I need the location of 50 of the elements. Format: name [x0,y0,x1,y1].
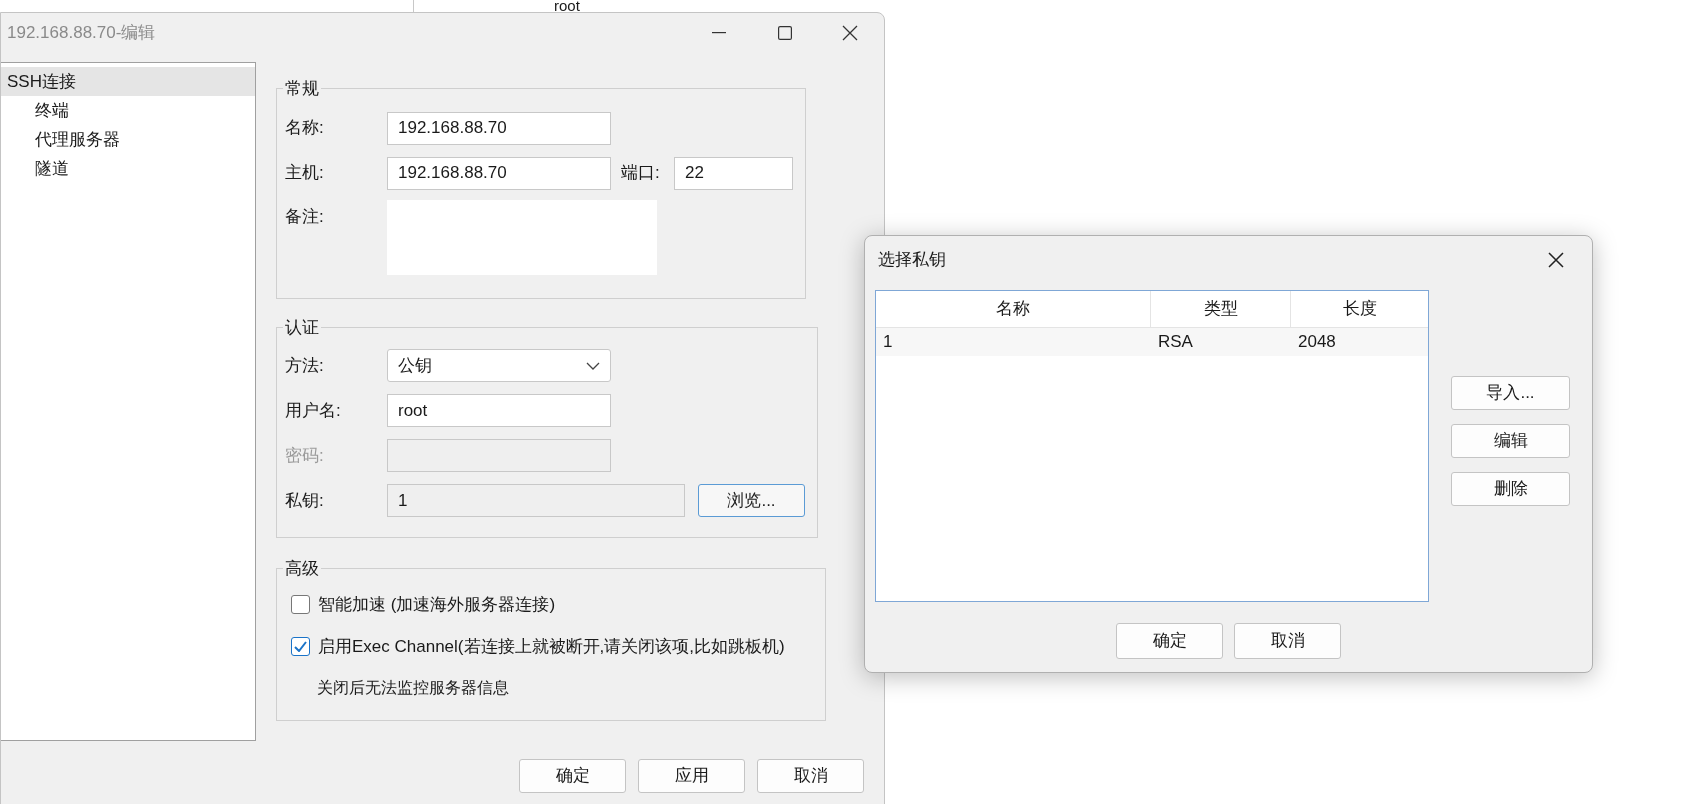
checkbox-label: 智能加速 (加速海外服务器连接) [318,593,556,616]
dialog-button[interactable]: 删除 [1451,472,1570,506]
hint-text: 关闭后无法监控服务器信息 [317,677,509,698]
input-field[interactable]: 192.168.88.70 [387,156,611,190]
column-header[interactable]: 长度 [1291,291,1428,327]
group-title: 高级 [284,558,320,580]
window-title: 192.168.88.70-编辑 [7,22,156,45]
window-text: root [554,0,580,12]
table-cell-text: 2048 [1297,331,1337,354]
input-field[interactable]: root [387,394,611,427]
input-field[interactable]: 22 [674,156,793,190]
tree-item[interactable]: 隧道 [1,154,255,183]
field-label: 名称: [285,117,325,140]
dialog-button[interactable]: 编辑 [1451,424,1570,458]
field-label: 密码: [285,444,325,467]
maximize-icon[interactable] [778,26,792,40]
field-label: 端口: [621,162,661,185]
group-title: 认证 [284,316,320,339]
method-dropdown[interactable]: 公钥 [387,349,611,382]
dialog-button[interactable]: 取消 [1234,623,1341,659]
dialog-button[interactable]: 导入... [1451,376,1570,410]
field-label: 主机: [285,162,325,185]
close-icon[interactable] [1548,252,1564,268]
dialog-button[interactable]: 取消 [757,758,864,793]
input-field[interactable]: 1 [387,484,685,517]
minimize-icon[interactable] [712,32,726,34]
dialog-button[interactable]: 应用 [638,758,745,793]
field-label: 方法: [285,354,325,377]
table-row[interactable]: 1 RSA 2048 [876,328,1428,356]
checkbox[interactable] [291,594,310,614]
chevron-down-icon [586,361,600,370]
input-field[interactable]: 192.168.88.70 [387,111,611,145]
column-header[interactable]: 名称 [876,291,1151,327]
tree-item[interactable]: 终端 [1,96,255,125]
browse-button[interactable]: 浏览... [698,484,805,517]
field-label: 用户名: [285,399,342,422]
dialog-button[interactable]: 确定 [519,758,626,793]
window-title: 选择私钥 [878,249,946,272]
field-label: 私钥: [285,489,325,512]
close-icon[interactable] [842,25,858,41]
checkbox-label: 启用Exec Channel(若连接上就被断开,请关闭该项,比如跳板机) [318,636,785,658]
group-title: 常规 [284,78,320,100]
field-label: 备注: [285,205,325,228]
table-cell-text: 1 [882,331,894,354]
column-header[interactable]: 类型 [1151,291,1291,327]
table-cell-text: RSA [1157,331,1194,354]
tree-item[interactable]: 代理服务器 [1,125,255,154]
dialog-button[interactable]: 确定 [1116,623,1223,659]
tree-item[interactable]: SSH连接 [1,67,255,96]
checkbox[interactable] [291,637,310,657]
